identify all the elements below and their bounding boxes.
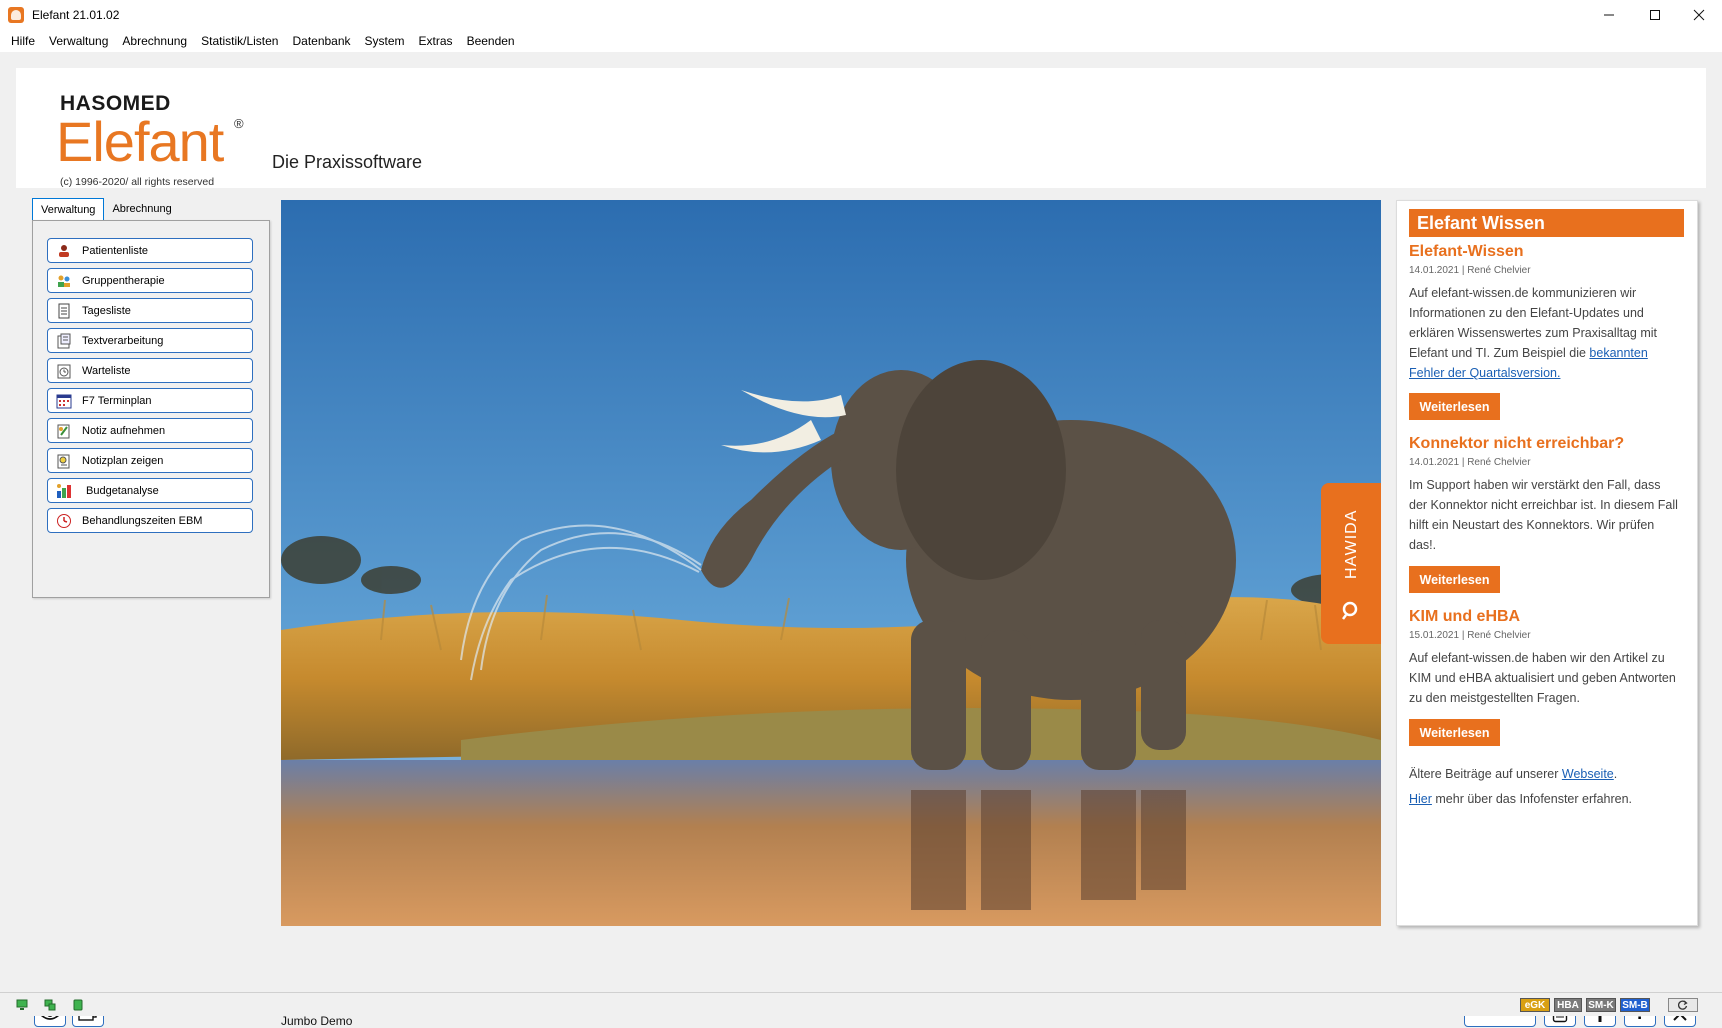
- news-text-3: Auf elefant-wissen.de haben wir den Arti…: [1409, 651, 1676, 705]
- minimize-icon: [1604, 14, 1614, 16]
- tab-verwaltung[interactable]: Verwaltung: [32, 198, 105, 220]
- news-title-3: KIM und eHBA: [1409, 608, 1521, 625]
- patientenliste-button[interactable]: Patientenliste: [47, 238, 253, 263]
- menu-extras[interactable]: Extras: [412, 34, 460, 48]
- warteliste-button[interactable]: Warteliste: [47, 358, 253, 383]
- gruppentherapie-button[interactable]: Gruppentherapie: [47, 268, 253, 293]
- minimize-button[interactable]: [1586, 0, 1632, 30]
- tab-strip: Verwaltung Abrechnung: [32, 198, 180, 220]
- budget-icon: [57, 483, 71, 498]
- close-window-button[interactable]: [1676, 0, 1722, 30]
- menu-abrechnung[interactable]: Abrechnung: [115, 34, 194, 48]
- news-title-2: Konnektor nicht erreichbar?: [1409, 435, 1625, 452]
- refresh-button[interactable]: [1668, 998, 1698, 1012]
- menu-bar: Hilfe Verwaltung Abrechnung Statistik/Li…: [0, 30, 1722, 52]
- close-icon: [1693, 9, 1705, 21]
- smk-badge: SM-K: [1586, 998, 1616, 1012]
- maximize-icon: [1650, 10, 1660, 20]
- tab-abrechnung[interactable]: Abrechnung: [104, 198, 180, 220]
- news-meta-3: 15.01.2021 | René Chelvier: [1409, 630, 1531, 641]
- button-label: Patientenliste: [82, 244, 149, 257]
- main-area: HASOMED Elefant ® (c) 1996-2020/ all rig…: [0, 52, 1722, 1028]
- menu-statistik-listen[interactable]: Statistik/Listen: [194, 34, 285, 48]
- textverarbeitung-button[interactable]: Textverarbeitung: [47, 328, 253, 353]
- window-title: Elefant 21.01.02: [32, 7, 120, 22]
- nav-panel: Verwaltung Abrechnung Patientenliste Gru…: [32, 198, 270, 602]
- news-header: Elefant Wissen: [1409, 209, 1684, 237]
- weiterlesen-button-2[interactable]: Weiterlesen: [1409, 566, 1500, 593]
- title-bar: Elefant 21.01.02: [0, 0, 1722, 30]
- refresh-icon: [1678, 1000, 1688, 1010]
- button-label: Notizplan zeigen: [82, 454, 164, 467]
- button-label: Gruppentherapie: [82, 274, 165, 287]
- text-doc-icon: [57, 333, 71, 348]
- menu-datenbank[interactable]: Datenbank: [285, 34, 357, 48]
- news-text-1: Auf elefant-wissen.de kommunizieren wir …: [1409, 286, 1657, 380]
- note-plan-icon: [57, 454, 70, 468]
- patient-icon: [59, 244, 69, 257]
- news-panel: Elefant Wissen Elefant-Wissen 14.01.2021…: [1396, 200, 1698, 926]
- behandlungszeiten-button[interactable]: Behandlungszeiten EBM: [47, 508, 253, 533]
- hawida-side-tab[interactable]: HAWIDA: [1321, 483, 1381, 644]
- button-label: Behandlungszeiten EBM: [82, 514, 203, 527]
- search-icon: [1342, 601, 1358, 620]
- menu-system[interactable]: System: [358, 34, 412, 48]
- button-label: Textverarbeitung: [82, 334, 164, 347]
- copyright: (c) 1996-2020/ all rights reserved: [60, 176, 215, 188]
- tagesliste-button[interactable]: Tagesliste: [47, 298, 253, 323]
- brand-logo: Elefant: [56, 110, 224, 173]
- clock-icon: [57, 513, 71, 528]
- menu-verwaltung[interactable]: Verwaltung: [42, 34, 115, 48]
- profile-name: Jumbo Demo: [281, 1014, 353, 1028]
- header-panel: HASOMED Elefant ® (c) 1996-2020/ all rig…: [16, 68, 1706, 188]
- waitlist-icon: [57, 364, 71, 378]
- tab-content: Patientenliste Gruppentherapie Tageslist…: [32, 220, 270, 598]
- card-reader-status-icon: [73, 999, 83, 1011]
- button-label: Tagesliste: [82, 304, 131, 317]
- calendar-icon: [56, 394, 72, 408]
- notiz-aufnehmen-button[interactable]: Notiz aufnehmen: [47, 418, 253, 443]
- news-footer-info: Hier mehr über das Infofenster erfahren.: [1409, 792, 1633, 806]
- button-label: Budgetanalyse: [86, 484, 159, 497]
- budgetanalyse-button[interactable]: Budgetanalyse: [47, 478, 253, 503]
- notizplan-zeigen-button[interactable]: Notizplan zeigen: [47, 448, 253, 473]
- hba-badge: HBA: [1554, 998, 1582, 1012]
- news-meta-1: 14.01.2021 | René Chelvier: [1409, 265, 1531, 276]
- button-label: Notiz aufnehmen: [82, 424, 166, 437]
- menu-beenden[interactable]: Beenden: [460, 34, 522, 48]
- terminplan-button[interactable]: F7 Terminplan: [47, 388, 253, 413]
- hier-link[interactable]: Hier: [1409, 792, 1432, 806]
- menu-hilfe[interactable]: Hilfe: [4, 34, 42, 48]
- webseite-link[interactable]: Webseite: [1562, 767, 1614, 781]
- daylist-icon: [58, 303, 70, 318]
- network-status-icon: [16, 999, 28, 1010]
- group-icon: [58, 275, 70, 287]
- tagline: Die Praxissoftware: [272, 152, 423, 172]
- registered-mark: ®: [234, 116, 244, 131]
- weiterlesen-button-1[interactable]: Weiterlesen: [1409, 393, 1500, 420]
- egk-badge: eGK: [1520, 998, 1550, 1012]
- note-add-icon: [57, 424, 70, 438]
- button-label: F7 Terminplan: [82, 394, 152, 407]
- elephant-photo: [281, 200, 1381, 926]
- news-footer-older: Ältere Beiträge auf unserer Webseite.: [1409, 767, 1618, 781]
- maximize-button[interactable]: [1632, 0, 1678, 30]
- smb-badge: SM-B: [1620, 998, 1650, 1012]
- hawida-tab-label: HAWIDA: [1343, 509, 1360, 579]
- weiterlesen-button-3[interactable]: Weiterlesen: [1409, 719, 1500, 746]
- hero-image: [281, 200, 1381, 926]
- news-title-1: Elefant-Wissen: [1409, 243, 1524, 260]
- news-meta-2: 14.01.2021 | René Chelvier: [1409, 457, 1531, 468]
- connector-status-icon: [44, 999, 56, 1011]
- news-text-2: Im Support haben wir verstärkt den Fall,…: [1409, 478, 1678, 552]
- button-label: Warteliste: [82, 364, 131, 377]
- app-icon: [8, 6, 24, 23]
- status-bar: eGK HBA SM-K SM-B: [0, 992, 1722, 1016]
